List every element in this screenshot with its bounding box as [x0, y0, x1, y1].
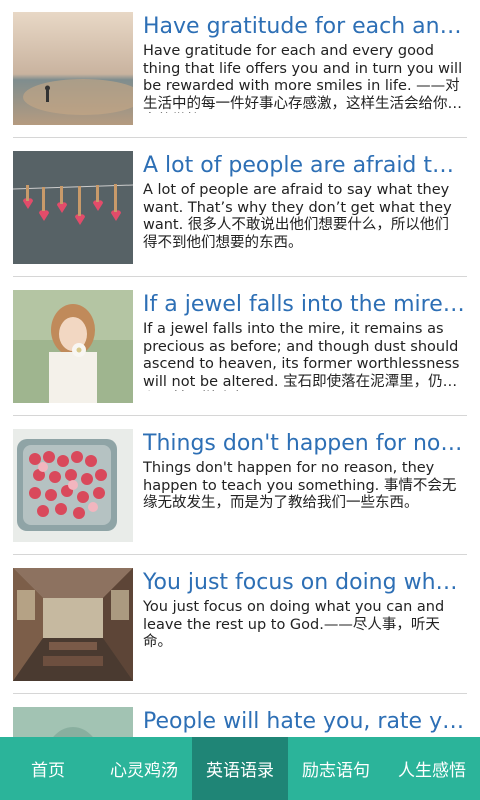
article-description: Have gratitude for each and every good t…: [143, 43, 463, 112]
tab-life-reflections[interactable]: 人生感悟: [384, 737, 480, 800]
list-item[interactable]: If a jewel falls into the mire, it remai…: [13, 278, 467, 416]
list-item[interactable]: A lot of people are afraid to say what t…: [13, 139, 467, 277]
article-title[interactable]: Things don't happen for no reason: [143, 429, 467, 459]
beach-sunset-image: [13, 12, 133, 125]
list-item[interactable]: Things don't happen for no reason Things…: [13, 417, 467, 555]
article-title[interactable]: Have gratitude for each and every good t…: [143, 12, 467, 42]
article-description: You just focus on doing what you can and…: [143, 599, 445, 651]
teal-portrait-image: [13, 707, 133, 737]
train-interior-image: [13, 568, 133, 681]
bottom-tab-bar: 首页 心灵鸡汤 英语语录 励志语句 人生感悟: [0, 737, 480, 800]
article-title[interactable]: People will hate you, rate you, shake yo…: [143, 707, 467, 737]
article-description: If a jewel falls into the mire, it remai…: [143, 321, 460, 390]
hearts-clothespins-image: [13, 151, 133, 264]
article-description: A lot of people are afraid to say what t…: [143, 182, 452, 251]
tab-home[interactable]: 首页: [0, 737, 96, 800]
article-list[interactable]: Have gratitude for each and every good t…: [0, 0, 480, 737]
candy-hearts-tin-image: [13, 429, 133, 542]
list-item[interactable]: You just focus on doing what you can You…: [13, 556, 467, 694]
list-item[interactable]: Have gratitude for each and every good t…: [13, 0, 467, 138]
tab-soul-soup[interactable]: 心灵鸡汤: [96, 737, 192, 800]
list-item[interactable]: People will hate you, rate you, shake yo…: [13, 695, 467, 737]
article-title[interactable]: You just focus on doing what you can: [143, 568, 467, 598]
article-description: Things don't happen for no reason, they …: [143, 460, 457, 512]
girl-with-flower-image: [13, 290, 133, 403]
article-title[interactable]: If a jewel falls into the mire, it remai…: [143, 290, 467, 320]
tab-motivational-quotes[interactable]: 励志语句: [288, 737, 384, 800]
article-title[interactable]: A lot of people are afraid to say what t…: [143, 151, 467, 181]
tab-english-quotes[interactable]: 英语语录: [192, 737, 288, 800]
